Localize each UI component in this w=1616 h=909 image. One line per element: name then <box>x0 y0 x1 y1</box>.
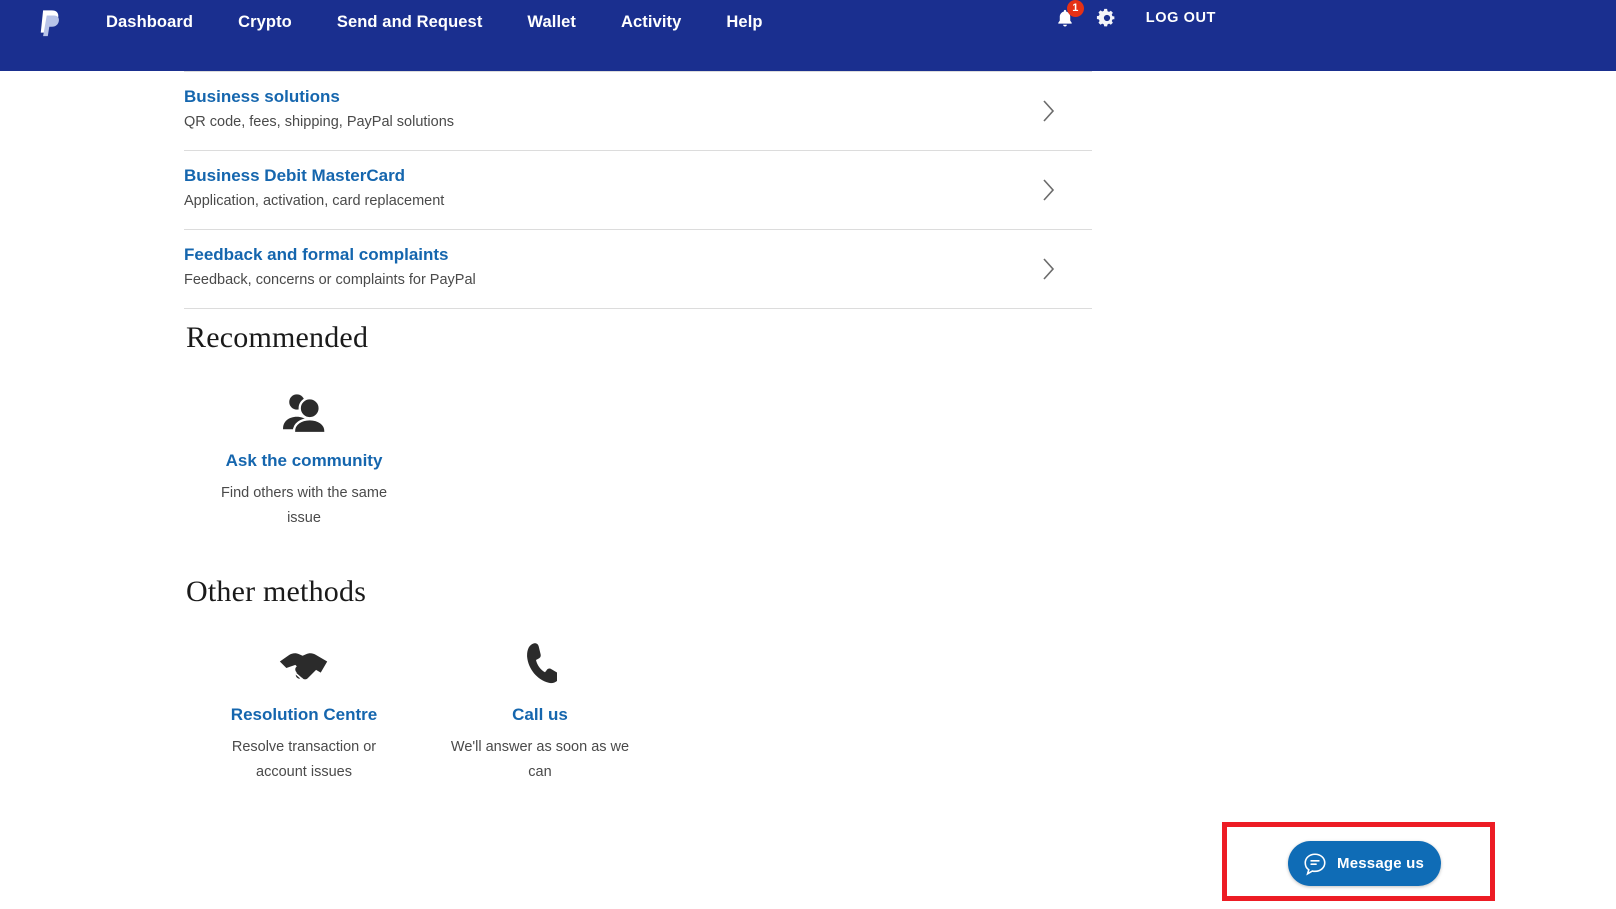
nav-item-help[interactable]: Help <box>726 13 762 32</box>
chat-bubble-icon <box>1302 851 1328 877</box>
nav-item-activity[interactable]: Activity <box>621 13 681 32</box>
method-call-us[interactable]: Call us We'll answer as soon as we can <box>422 637 658 785</box>
topic-subtitle: QR code, fees, shipping, PayPal solution… <box>184 114 455 130</box>
settings-button[interactable] <box>1096 7 1118 29</box>
topic-title: Business Debit MasterCard <box>184 166 406 185</box>
help-topic-list: Business solutions QR code, fees, shippi… <box>184 71 1092 309</box>
other-methods-grid: Resolution Centre Resolve transaction or… <box>186 637 658 785</box>
nav-item-dashboard[interactable]: Dashboard <box>106 13 193 32</box>
chevron-right-icon <box>1042 257 1056 281</box>
people-community-icon <box>186 383 422 433</box>
topic-row-feedback-and-formal-complaints[interactable]: Feedback and formal complaints Feedback,… <box>184 230 1092 308</box>
nav-links: Dashboard Crypto Send and Request Wallet… <box>106 13 763 32</box>
notification-count-badge: 1 <box>1066 0 1084 17</box>
nav-item-crypto[interactable]: Crypto <box>238 13 292 32</box>
method-title: Ask the community <box>225 451 383 470</box>
list-divider-bottom <box>184 308 1092 309</box>
topic-title: Feedback and formal complaints <box>184 245 449 264</box>
topic-subtitle: Feedback, concerns or complaints for Pay… <box>184 272 476 288</box>
recommended-section: Recommended Ask the community Find other… <box>186 321 422 531</box>
notifications-button[interactable]: 1 <box>1054 0 1084 30</box>
method-subtitle: We'll answer as soon as we can <box>450 739 630 780</box>
topic-title: Business solutions <box>184 87 340 106</box>
nav-item-wallet[interactable]: Wallet <box>527 13 576 32</box>
method-subtitle: Find others with the same issue <box>220 485 388 526</box>
recommended-heading: Recommended <box>186 321 369 354</box>
topic-subtitle: Application, activation, card replacemen… <box>184 193 445 209</box>
logout-button[interactable]: LOG OUT <box>1146 10 1216 26</box>
method-title: Call us <box>512 705 568 724</box>
top-navigation-bar: Dashboard Crypto Send and Request Wallet… <box>0 0 1616 71</box>
method-subtitle: Resolve transaction or account issues <box>231 739 377 780</box>
nav-right-actions: 1 LOG OUT <box>1054 0 1616 30</box>
method-resolution-centre[interactable]: Resolution Centre Resolve transaction or… <box>186 637 422 785</box>
phone-icon <box>422 637 658 687</box>
topic-row-business-solutions[interactable]: Business solutions QR code, fees, shippi… <box>184 72 1092 150</box>
recommended-method-grid: Ask the community Find others with the s… <box>186 383 422 531</box>
chevron-right-icon <box>1042 99 1056 123</box>
paypal-logo[interactable] <box>38 8 64 40</box>
message-us-button[interactable]: Message us <box>1288 841 1441 886</box>
topic-row-business-debit-mastercard[interactable]: Business Debit MasterCard Application, a… <box>184 151 1092 229</box>
method-ask-the-community[interactable]: Ask the community Find others with the s… <box>186 383 422 531</box>
message-us-label: Message us <box>1337 855 1425 872</box>
other-methods-heading: Other methods <box>186 575 367 608</box>
chevron-right-icon <box>1042 178 1056 202</box>
nav-item-send-and-request[interactable]: Send and Request <box>337 13 483 32</box>
other-methods-section: Other methods Resolution Centre Resolve … <box>186 575 658 785</box>
handshake-icon <box>186 637 422 687</box>
method-title: Resolution Centre <box>230 705 378 724</box>
gear-icon <box>1096 8 1115 27</box>
